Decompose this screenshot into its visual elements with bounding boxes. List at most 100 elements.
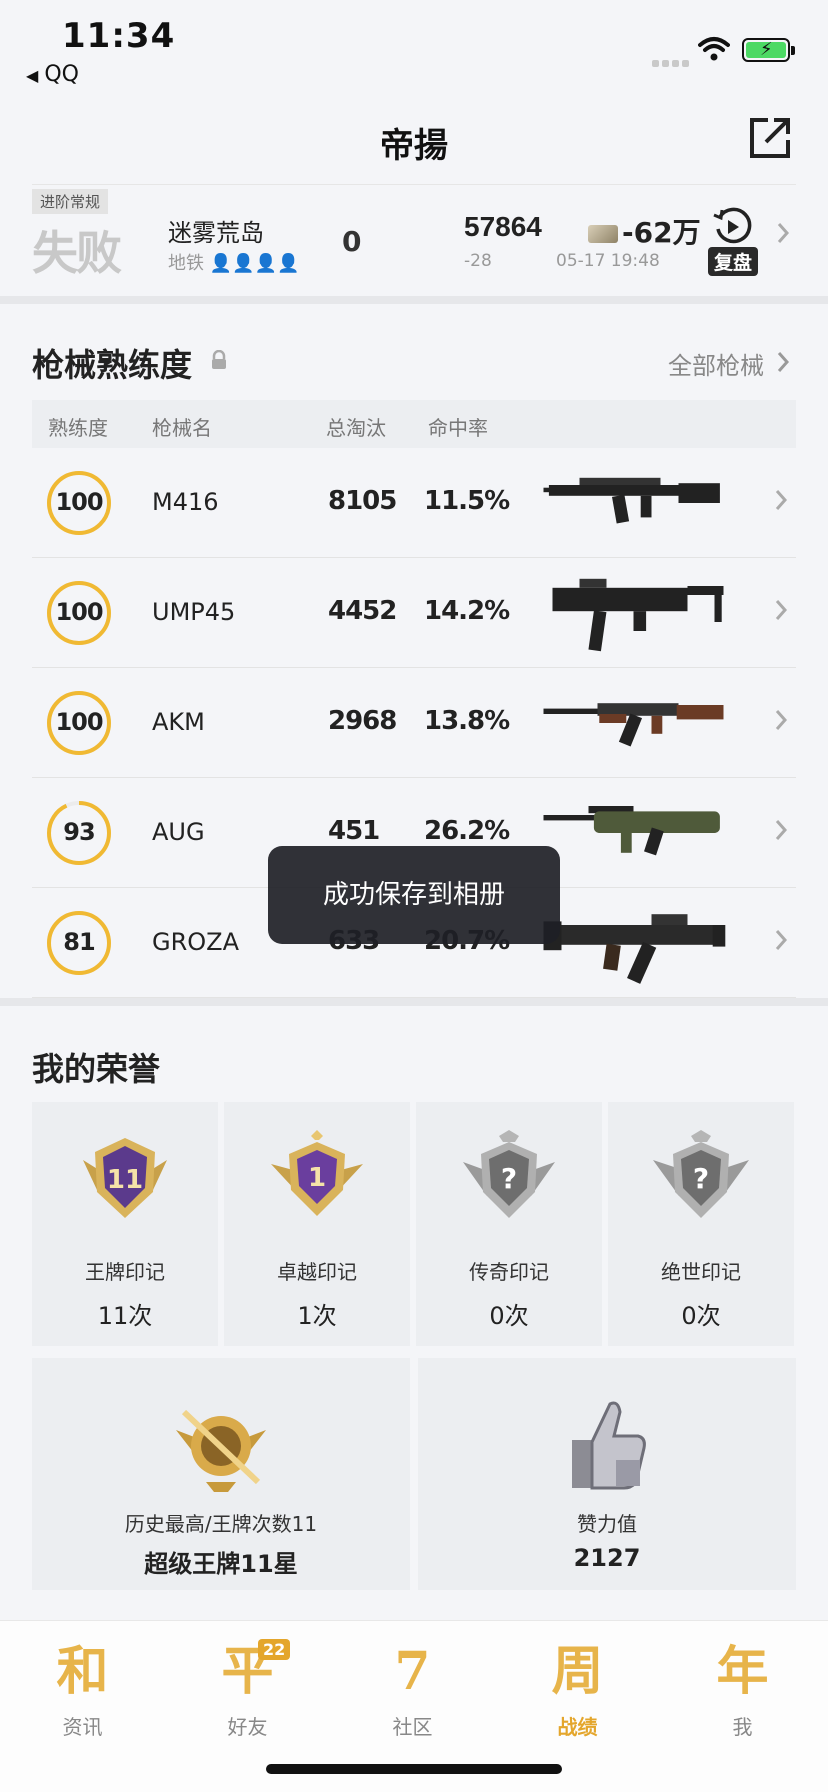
news-tab-icon: 和	[56, 1641, 109, 1702]
mastery-value: 93	[63, 818, 95, 846]
best-rank-value: 超级王牌11星	[144, 1550, 298, 1578]
legend-badge-mark: ?	[501, 1162, 517, 1195]
mastery-value: 100	[55, 708, 103, 736]
tab-friends[interactable]: 平 好友	[165, 1637, 330, 1740]
lock-icon	[212, 350, 226, 369]
chevron-right-icon	[775, 930, 788, 950]
honor-card-excellent[interactable]: 1 卓越印记 1次	[224, 1102, 410, 1346]
header-weapon-name: 枪械名	[152, 416, 212, 440]
map-subtitle: 地铁 👤👤👤👤	[168, 249, 299, 275]
ace-badge-number: 11	[107, 1165, 143, 1195]
wifi-icon	[698, 37, 730, 61]
tab-label: 资讯	[62, 1715, 103, 1739]
honor-count: 0次	[681, 1302, 721, 1330]
back-to-app-link[interactable]: ◀ QQ	[26, 62, 79, 87]
score-delta: -28	[464, 251, 492, 271]
money-value: -62万	[622, 216, 701, 249]
honor-name: 传奇印记	[469, 1260, 549, 1284]
cellular-signal-icon	[652, 52, 692, 71]
honor-name: 王牌印记	[85, 1260, 165, 1284]
honor-name: 卓越印记	[277, 1260, 357, 1284]
best-rank-label: 历史最高/王牌次数11	[124, 1512, 318, 1536]
match-result: 失败	[32, 226, 122, 280]
weapon-kills: 8105	[328, 486, 397, 516]
tab-me[interactable]: 年 我	[660, 1637, 825, 1740]
all-weapons-link[interactable]: 全部枪械	[668, 346, 764, 381]
peerless-badge-icon: ?	[653, 1130, 749, 1218]
chevron-right-icon	[775, 710, 788, 730]
replay-button[interactable]: 复盘	[708, 247, 759, 276]
chevron-right-icon	[775, 820, 788, 840]
excellent-badge-icon: 1	[271, 1130, 363, 1216]
weapon-accuracy: 13.8%	[424, 706, 510, 736]
tab-community[interactable]: 7 社区	[330, 1637, 495, 1740]
honor-count: 11次	[97, 1302, 153, 1330]
replay-icon[interactable]	[712, 207, 752, 247]
friends-notification-badge: 22	[258, 1639, 291, 1660]
weapon-accuracy: 14.2%	[424, 596, 510, 626]
chevron-right-icon	[777, 223, 790, 243]
match-mode-tag: 进阶常规	[32, 189, 109, 214]
match-money: -62万	[588, 211, 701, 251]
match-time: 05-17 19:48	[556, 251, 660, 271]
header-mastery: 熟练度	[48, 416, 108, 440]
honors-section-title: 我的荣誉	[32, 1050, 161, 1088]
share-icon[interactable]	[748, 116, 792, 160]
weapon-row[interactable]: 100 M416 8105 11.5%	[32, 448, 796, 558]
weapons-section-title: 枪械熟练度	[32, 346, 193, 384]
battery-icon: ⚡	[742, 38, 795, 62]
chevron-right-icon	[777, 352, 790, 372]
weapon-kills: 4452	[328, 596, 397, 626]
mastery-value: 100	[55, 488, 103, 516]
likes-card[interactable]: 赞力值 2127	[418, 1358, 796, 1590]
section-divider	[0, 998, 828, 1006]
page-title: 帝揚	[380, 126, 448, 166]
status-time: 11:34	[62, 16, 176, 56]
tab-label: 我	[732, 1715, 753, 1739]
mastery-value: 81	[63, 928, 95, 956]
ace-badge-icon: 11	[83, 1138, 167, 1218]
weapon-row[interactable]: 100 AKM 2968 13.8%	[32, 668, 796, 778]
weapon-image-icon	[543, 806, 720, 856]
honor-name: 绝世印记	[661, 1260, 741, 1284]
legend-badge-icon: ?	[463, 1130, 555, 1218]
excellent-badge-number: 1	[308, 1163, 326, 1193]
weapons-table-header: 熟练度 枪械名 总淘汰 命中率	[32, 400, 796, 448]
honor-card-peerless[interactable]: ? 绝世印记 0次	[608, 1102, 794, 1346]
weapon-name: GROZA	[152, 928, 240, 956]
header-accuracy: 命中率	[428, 416, 488, 440]
chevron-right-icon	[775, 490, 788, 510]
recent-match-row[interactable]: 进阶常规 失败 迷雾荒岛 地铁 👤👤👤👤 0 57864 -28 -62万 05…	[32, 184, 796, 288]
squad-icon: 👤👤👤👤	[209, 253, 300, 274]
tab-news[interactable]: 和 资讯	[0, 1637, 165, 1740]
weapon-row[interactable]: 100 UMP45 4452 14.2%	[32, 558, 796, 668]
mastery-value: 100	[55, 598, 103, 626]
honor-count: 1次	[297, 1302, 337, 1330]
home-indicator	[266, 1764, 562, 1774]
weapon-name: AUG	[152, 818, 205, 846]
weapon-image-icon	[543, 477, 720, 524]
match-kills: 0	[342, 225, 362, 258]
tab-label: 社区	[392, 1715, 433, 1739]
weapon-name: UMP45	[152, 598, 236, 626]
tab-label: 战绩	[557, 1715, 598, 1739]
back-triangle-icon: ◀	[26, 66, 39, 85]
map-name: 迷雾荒岛	[168, 219, 264, 247]
weapon-image-icon	[543, 703, 724, 747]
weapon-accuracy: 26.2%	[424, 816, 510, 846]
cash-icon	[588, 225, 618, 243]
best-rank-card[interactable]: 历史最高/王牌次数11 超级王牌11星	[32, 1358, 410, 1590]
honor-card-legend[interactable]: ? 传奇印记 0次	[416, 1102, 602, 1346]
honor-card-ace[interactable]: 11 王牌印记 11次	[32, 1102, 218, 1346]
weapon-name: AKM	[152, 708, 205, 736]
weapon-image-icon	[543, 914, 726, 984]
map-sub-label: 地铁	[168, 253, 204, 274]
peerless-badge-mark: ?	[693, 1162, 709, 1195]
tab-records[interactable]: 周 战绩	[495, 1637, 660, 1740]
honor-count: 0次	[489, 1302, 529, 1330]
tab-label: 好友	[227, 1715, 268, 1739]
match-score: 57864	[464, 211, 542, 242]
records-tab-icon: 周	[551, 1641, 604, 1702]
me-tab-icon: 年	[716, 1641, 769, 1702]
weapon-kills: 451	[328, 816, 380, 846]
